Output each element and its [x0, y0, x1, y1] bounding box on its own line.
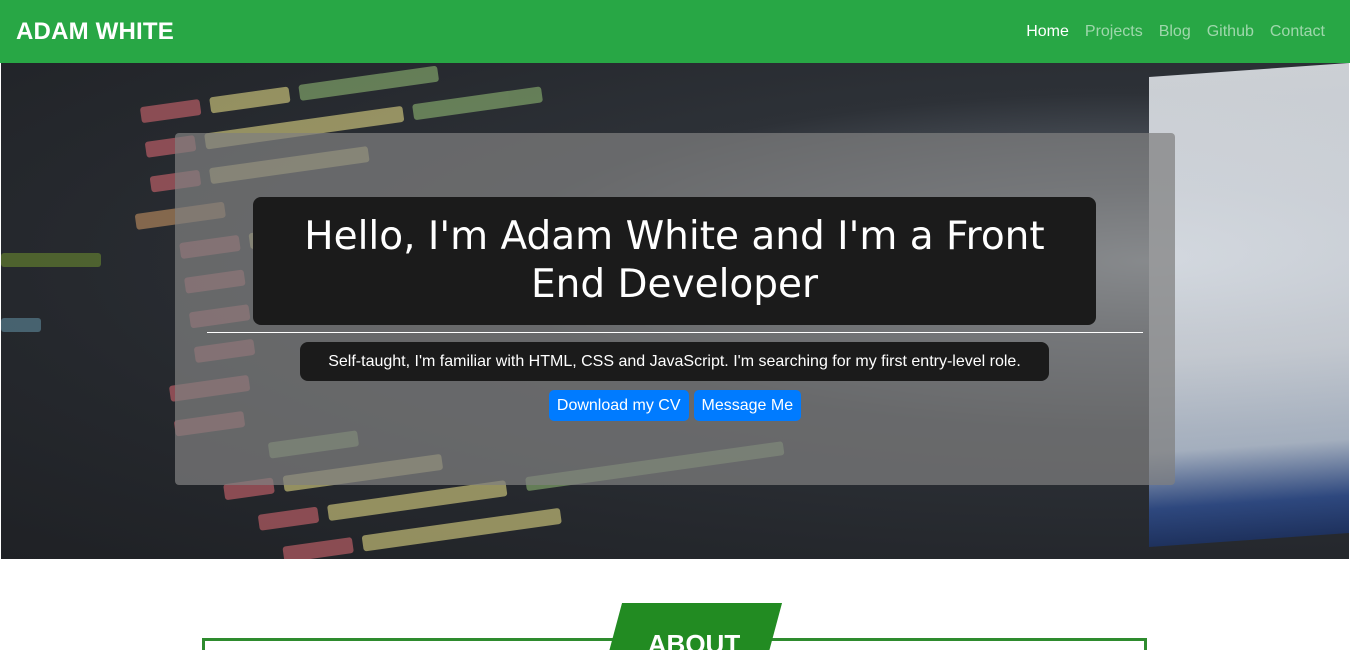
hero-subtitle-box: Self-taught, I'm familiar with HTML, CSS…	[300, 342, 1049, 381]
message-me-button[interactable]: Message Me	[693, 390, 802, 421]
nav-link-blog[interactable]: Blog	[1159, 23, 1191, 41]
nav-link-github[interactable]: Github	[1207, 23, 1254, 41]
background-monitor-glow	[1149, 63, 1349, 547]
nav-link-home[interactable]: Home	[1026, 23, 1069, 41]
hero-title-box: Hello, I'm Adam White and I'm a Front En…	[253, 197, 1096, 325]
nav-link-contact[interactable]: Contact	[1270, 23, 1325, 41]
hero-title: Hello, I'm Adam White and I'm a Front En…	[304, 214, 1045, 307]
nav-link-projects[interactable]: Projects	[1085, 23, 1143, 41]
hero-card: Hello, I'm Adam White and I'm a Front En…	[175, 133, 1175, 485]
hero-buttons: Download my CV Message Me	[175, 390, 1175, 421]
nav-links: Home Projects Blog Github Contact	[1026, 23, 1325, 41]
download-cv-button[interactable]: Download my CV	[548, 390, 689, 421]
hero-section: Hello, I'm Adam White and I'm a Front En…	[1, 63, 1349, 559]
hero-divider	[207, 332, 1143, 333]
navbar: ADAM WHITE Home Projects Blog Github Con…	[0, 0, 1350, 63]
about-heading: ABOUT	[647, 629, 741, 650]
hero-subtitle: Self-taught, I'm familiar with HTML, CSS…	[328, 352, 1021, 370]
brand-logo[interactable]: ADAM WHITE	[16, 18, 174, 46]
